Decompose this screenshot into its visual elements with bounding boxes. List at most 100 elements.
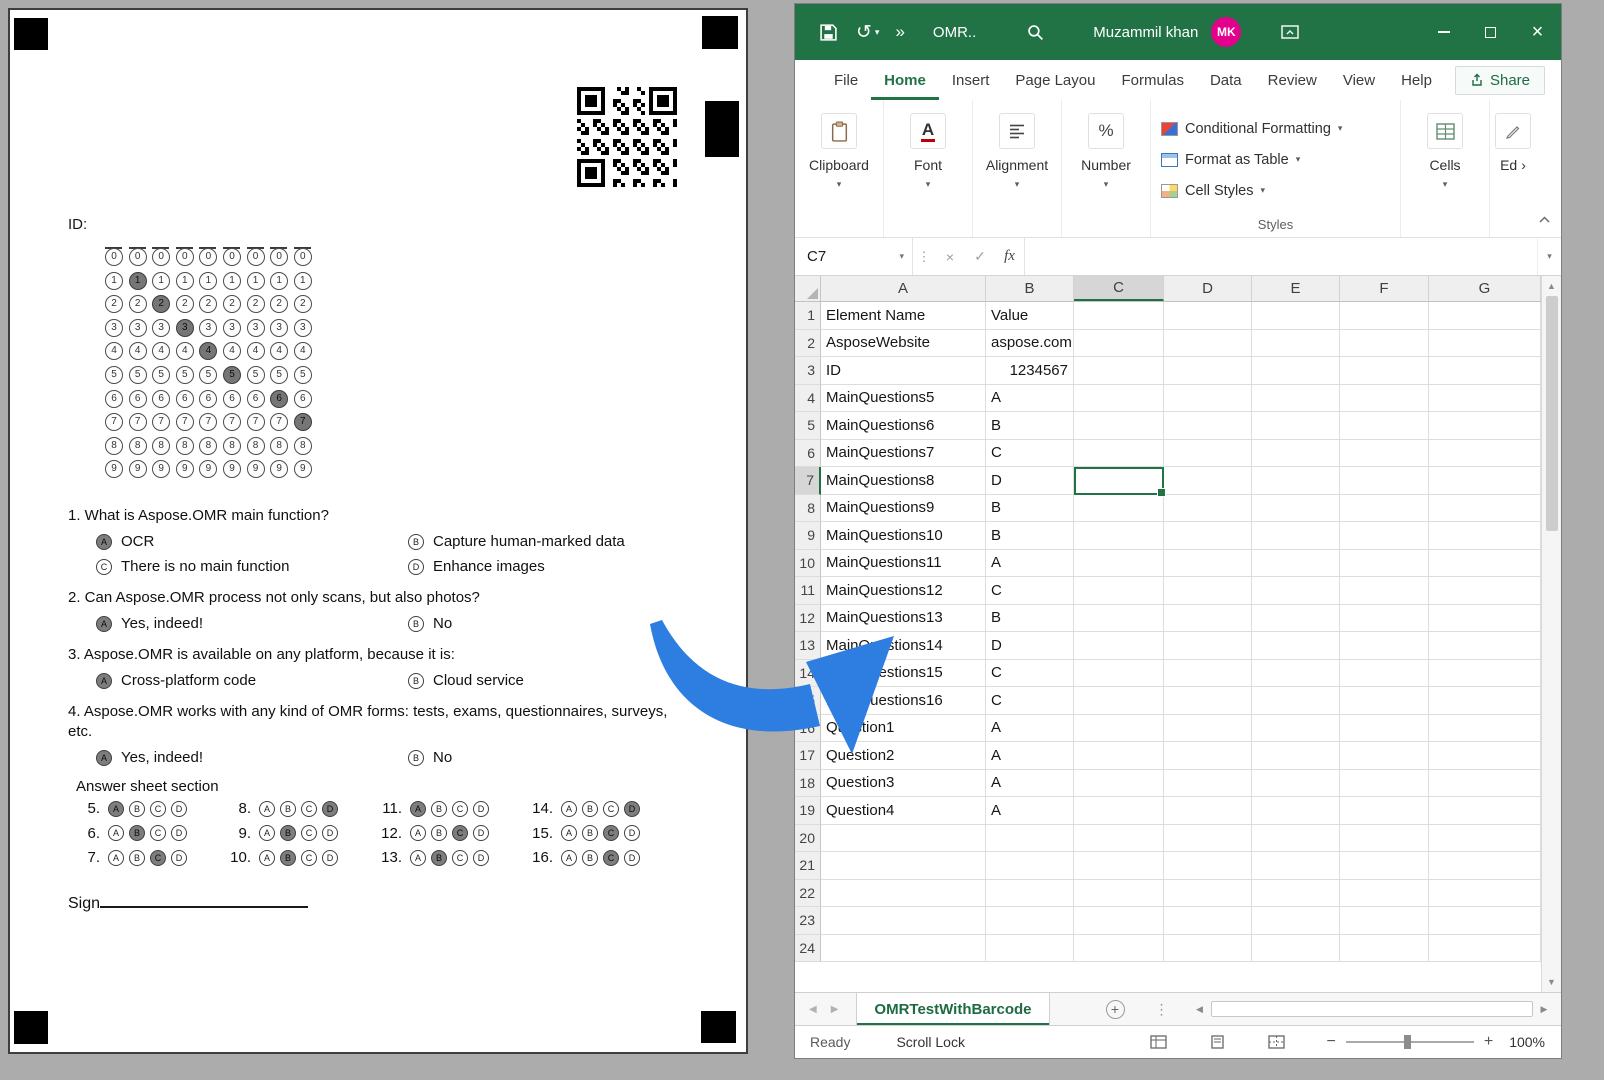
cell-D21[interactable] [1164,852,1252,880]
row-header-11[interactable]: 11 [795,577,821,605]
search-icon[interactable] [1026,23,1045,42]
cell-A13[interactable]: MainQuestions14 [821,632,986,660]
cell-A24[interactable] [821,935,986,963]
cell-B7[interactable]: D [986,467,1074,495]
ribbon-tab-formulas[interactable]: Formulas [1108,60,1197,100]
cell-E4[interactable] [1252,385,1340,413]
column-header-B[interactable]: B [986,276,1074,301]
cell-E16[interactable] [1252,715,1340,743]
cell-C22[interactable] [1074,880,1164,908]
cell-F12[interactable] [1340,605,1429,633]
hscroll-track[interactable] [1211,1001,1533,1017]
scroll-down-icon[interactable]: ▼ [1547,972,1556,992]
cell-B24[interactable] [986,935,1074,963]
cell-A15[interactable]: MainQuestions16 [821,687,986,715]
cell-C2[interactable] [1074,330,1164,358]
cell-D14[interactable] [1164,660,1252,688]
cell-E2[interactable] [1252,330,1340,358]
cell-D22[interactable] [1164,880,1252,908]
cell-E15[interactable] [1252,687,1340,715]
cell-F15[interactable] [1340,687,1429,715]
cell-E9[interactable] [1252,522,1340,550]
cell-B4[interactable]: A [986,385,1074,413]
cell-A10[interactable]: MainQuestions11 [821,550,986,578]
cell-F11[interactable] [1340,577,1429,605]
ribbon-tab-page-layou[interactable]: Page Layou [1002,60,1108,100]
ribbon-display-options-icon[interactable] [1281,24,1299,40]
cell-B21[interactable] [986,852,1074,880]
row-header-9[interactable]: 9 [795,522,821,550]
cell-C7[interactable] [1074,467,1164,495]
cell-F3[interactable] [1340,357,1429,385]
cell-B2[interactable]: aspose.com [986,330,1074,358]
cell-B9[interactable]: B [986,522,1074,550]
row-header-6[interactable]: 6 [795,440,821,468]
cell-G10[interactable] [1429,550,1541,578]
cell-B3[interactable]: 1234567 [986,357,1074,385]
cell-F13[interactable] [1340,632,1429,660]
zoom-in-button[interactable]: + [1484,1033,1493,1051]
minimize-button[interactable] [1420,4,1467,60]
row-header-20[interactable]: 20 [795,825,821,853]
cell-E23[interactable] [1252,907,1340,935]
sheet-options-icon[interactable]: ⋮ [1155,1001,1169,1018]
cell-D16[interactable] [1164,715,1252,743]
cell-C8[interactable] [1074,495,1164,523]
cell-C21[interactable] [1074,852,1164,880]
column-header-A[interactable]: A [821,276,986,301]
cell-A16[interactable]: Question1 [821,715,986,743]
horizontal-scrollbar[interactable]: ◀ ▶ [1189,993,1555,1025]
cell-C23[interactable] [1074,907,1164,935]
cell-C9[interactable] [1074,522,1164,550]
zoom-slider[interactable] [1346,1041,1474,1043]
quick-access-more-icon[interactable]: » [895,22,904,42]
cell-B13[interactable]: D [986,632,1074,660]
ribbon-group-cells[interactable]: Cells ▾ [1401,100,1490,237]
row-header-4[interactable]: 4 [795,385,821,413]
cell-A4[interactable]: MainQuestions5 [821,385,986,413]
cell-A7[interactable]: MainQuestions8 [821,467,986,495]
row-header-13[interactable]: 13 [795,632,821,660]
cell-B6[interactable]: C [986,440,1074,468]
cell-C18[interactable] [1074,770,1164,798]
ribbon-tab-review[interactable]: Review [1255,60,1330,100]
cell-E18[interactable] [1252,770,1340,798]
cell-D6[interactable] [1164,440,1252,468]
cell-E20[interactable] [1252,825,1340,853]
cell-C20[interactable] [1074,825,1164,853]
cell-G19[interactable] [1429,797,1541,825]
cell-G22[interactable] [1429,880,1541,908]
cell-A19[interactable]: Question4 [821,797,986,825]
close-button[interactable]: × [1514,4,1561,60]
zoom-out-button[interactable]: − [1327,1033,1336,1051]
cell-B12[interactable]: B [986,605,1074,633]
cell-G11[interactable] [1429,577,1541,605]
cell-B19[interactable]: A [986,797,1074,825]
cell-G13[interactable] [1429,632,1541,660]
sheet-tab[interactable]: OMRTestWithBarcode [856,993,1049,1025]
cell-A18[interactable]: Question3 [821,770,986,798]
ribbon-tab-insert[interactable]: Insert [939,60,1003,100]
row-header-10[interactable]: 10 [795,550,821,578]
column-header-F[interactable]: F [1340,276,1429,301]
cell-D11[interactable] [1164,577,1252,605]
cell-A22[interactable] [821,880,986,908]
cell-A3[interactable]: ID [821,357,986,385]
share-button[interactable]: Share [1455,66,1545,95]
new-sheet-button[interactable]: + [1106,1000,1125,1019]
cell-E21[interactable] [1252,852,1340,880]
column-header-C[interactable]: C [1074,276,1164,301]
cell-G9[interactable] [1429,522,1541,550]
cell-D3[interactable] [1164,357,1252,385]
cell-C1[interactable] [1074,302,1164,330]
cell-G7[interactable] [1429,467,1541,495]
cell-styles-button[interactable]: Cell Styles ▾ [1161,175,1265,206]
row-header-18[interactable]: 18 [795,770,821,798]
cell-E7[interactable] [1252,467,1340,495]
cell-F23[interactable] [1340,907,1429,935]
cell-D9[interactable] [1164,522,1252,550]
cell-F17[interactable] [1340,742,1429,770]
cell-F10[interactable] [1340,550,1429,578]
name-box[interactable]: C7 ▾ [795,238,913,275]
cell-D8[interactable] [1164,495,1252,523]
